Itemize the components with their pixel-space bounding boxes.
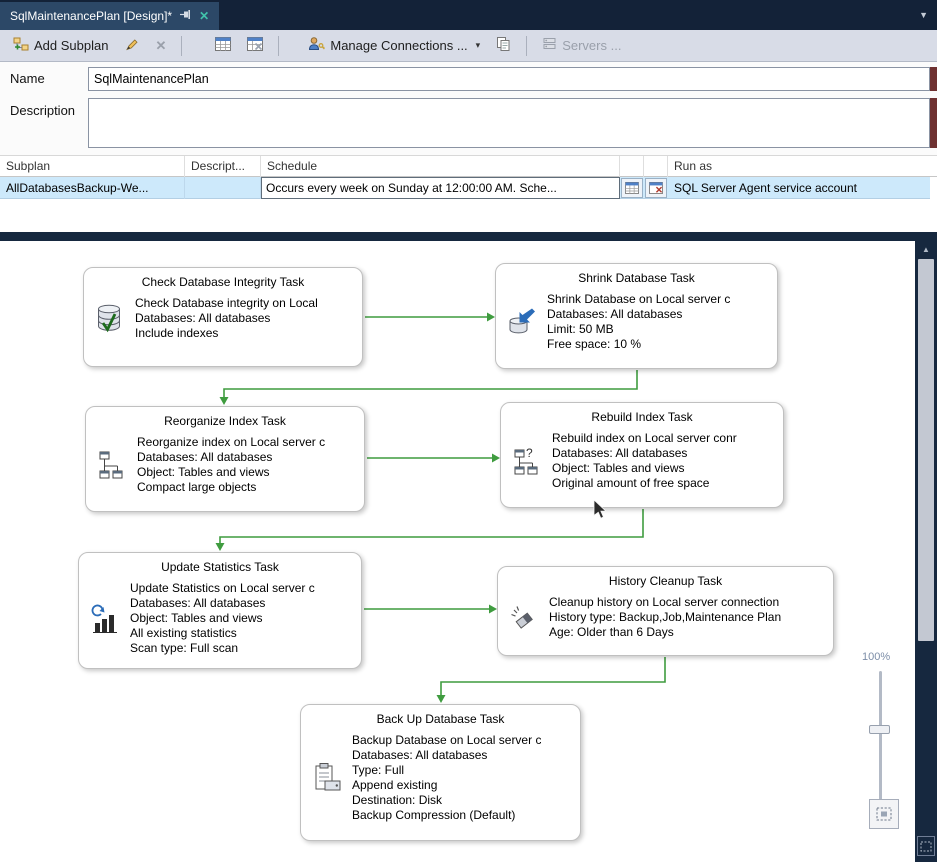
task-title: Back Up Database Task [311, 712, 570, 726]
edit-subplan-button[interactable] [119, 33, 144, 59]
database-check-icon [94, 304, 126, 334]
name-label: Name [10, 71, 45, 86]
task-title: Reorganize Index Task [96, 414, 354, 428]
add-subplan-label: Add Subplan [34, 38, 108, 53]
zoom-slider-track[interactable] [879, 671, 882, 800]
pan-zoom-corner-button[interactable] [917, 836, 935, 856]
remove-schedule-button[interactable] [242, 33, 268, 58]
task-description: Backup Database on Local server c Databa… [352, 733, 541, 823]
column-header-schedule[interactable]: Schedule [261, 156, 620, 177]
copy-pages-icon [496, 36, 511, 55]
column-header-subplan[interactable]: Subplan [0, 156, 185, 177]
toolbar-separator [181, 36, 182, 56]
manage-connections-label: Manage Connections ... [330, 38, 467, 53]
fit-page-icon [876, 807, 892, 821]
subplan-grid-header: Subplan Descript... Schedule Run as [0, 155, 937, 177]
servers-button: Servers ... [537, 33, 626, 58]
task-history-cleanup[interactable]: History Cleanup Task Cleanup history on … [497, 566, 834, 656]
schedule-calendar-icon [625, 182, 639, 194]
manage-connections-icon [308, 36, 325, 55]
task-title: Check Database Integrity Task [94, 275, 352, 289]
update-statistics-icon [89, 604, 121, 634]
add-subplan-icon [13, 37, 29, 55]
zoom-to-fit-button[interactable] [869, 799, 899, 829]
task-title: Shrink Database Task [506, 271, 767, 285]
scroll-up-arrow[interactable]: ▲ [915, 243, 937, 257]
delete-x-icon: ✕ [155, 38, 166, 54]
servers-label: Servers ... [562, 38, 621, 53]
subplan-description-cell[interactable] [185, 177, 261, 199]
scrollbar-thumb[interactable] [918, 259, 934, 641]
subplan-grid: Subplan Descript... Schedule Run as AllD… [0, 155, 937, 232]
close-icon[interactable]: ✕ [199, 9, 209, 23]
reporting-button[interactable] [491, 32, 516, 59]
mouse-cursor [593, 500, 607, 520]
task-backup-database[interactable]: Back Up Database Task Backup Database on… [300, 704, 581, 841]
vertical-scrollbar-rail: ▲ [915, 241, 937, 862]
plan-description-input[interactable] [88, 98, 930, 148]
task-shrink-database[interactable]: Shrink Database Task Shrink Database on … [495, 263, 778, 369]
subplan-schedule-button[interactable] [210, 33, 236, 58]
history-cleanup-icon [508, 604, 540, 632]
tab-list-caret-icon[interactable]: ▼ [919, 10, 928, 20]
tab-sqlmaintenanceplan-design[interactable]: SqlMaintenancePlan [Design]* ✕ [0, 2, 219, 30]
task-rebuild-index[interactable]: Rebuild Index Task ? Rebuild index on Lo… [500, 402, 784, 508]
description-label: Description [10, 103, 75, 118]
svg-text:?: ? [526, 446, 533, 460]
panel-divider [0, 232, 937, 241]
column-header-run-as[interactable]: Run as [668, 156, 930, 177]
document-tab-bar: SqlMaintenancePlan [Design]* ✕ ▼ [0, 0, 937, 30]
task-description: Shrink Database on Local server c Databa… [547, 292, 730, 352]
task-reorganize-index[interactable]: Reorganize Index Task Reorganize index o… [85, 406, 365, 512]
plan-name-input[interactable] [88, 67, 930, 91]
edit-pencil-icon [124, 37, 139, 55]
run-as-cell[interactable]: SQL Server Agent service account [668, 177, 930, 199]
backup-database-icon [311, 762, 343, 794]
toolbar-separator [526, 36, 527, 56]
designer-toolbar: Add Subplan ✕ Manage Connections ... ▾ [0, 30, 937, 62]
remove-schedule-row-button[interactable] [645, 178, 667, 198]
task-title: Update Statistics Task [89, 560, 351, 574]
zoom-slider-thumb[interactable] [869, 725, 890, 734]
add-subplan-button[interactable]: Add Subplan [8, 33, 113, 59]
plan-properties-form: Name Description [0, 62, 937, 155]
remove-schedule-icon [247, 37, 263, 54]
remove-schedule-icon [649, 182, 663, 194]
task-description: Rebuild index on Local server conr Datab… [552, 431, 737, 491]
manage-connections-button[interactable]: Manage Connections ... ▾ [303, 32, 485, 59]
task-description: Check Database integrity on Local Databa… [135, 296, 318, 341]
column-header-schedule-remove [644, 156, 668, 177]
task-title: Rebuild Index Task [511, 410, 773, 424]
column-header-description[interactable]: Descript... [185, 156, 261, 177]
subplan-schedule-cell[interactable]: Occurs every week on Sunday at 12:00:00 … [261, 177, 620, 199]
task-description: Update Statistics on Local server c Data… [130, 581, 315, 656]
toolbar-separator [278, 36, 279, 56]
reorganize-index-icon [96, 450, 128, 480]
maintenance-plan-design-surface[interactable]: Check Database Integrity Task Check Data… [0, 241, 915, 862]
schedule-calendar-icon [215, 37, 231, 54]
subplan-row-selected[interactable]: AllDatabasesBackup-We... Occurs every we… [0, 177, 930, 199]
task-title: History Cleanup Task [508, 574, 823, 588]
task-description: Reorganize index on Local server c Datab… [137, 435, 325, 495]
window-edge [930, 98, 937, 148]
shrink-database-icon [506, 307, 538, 337]
task-update-statistics[interactable]: Update Statistics Task Update Statistics… [78, 552, 362, 669]
tab-title: SqlMaintenancePlan [Design]* [10, 9, 172, 23]
rebuild-index-icon: ? [511, 446, 543, 476]
task-description: Cleanup history on Local server connecti… [549, 595, 781, 640]
edit-schedule-button[interactable] [621, 178, 643, 198]
dashed-square-icon [920, 841, 932, 852]
servers-icon [542, 37, 557, 54]
delete-subplan-button[interactable]: ✕ [150, 34, 171, 58]
pin-icon[interactable] [180, 9, 191, 23]
chevron-down-icon: ▾ [476, 40, 481, 51]
task-check-database-integrity[interactable]: Check Database Integrity Task Check Data… [83, 267, 363, 367]
zoom-level-label: 100% [862, 651, 890, 663]
window-edge [930, 67, 937, 91]
subplan-name-cell[interactable]: AllDatabasesBackup-We... [0, 177, 185, 199]
column-header-schedule-edit [620, 156, 644, 177]
